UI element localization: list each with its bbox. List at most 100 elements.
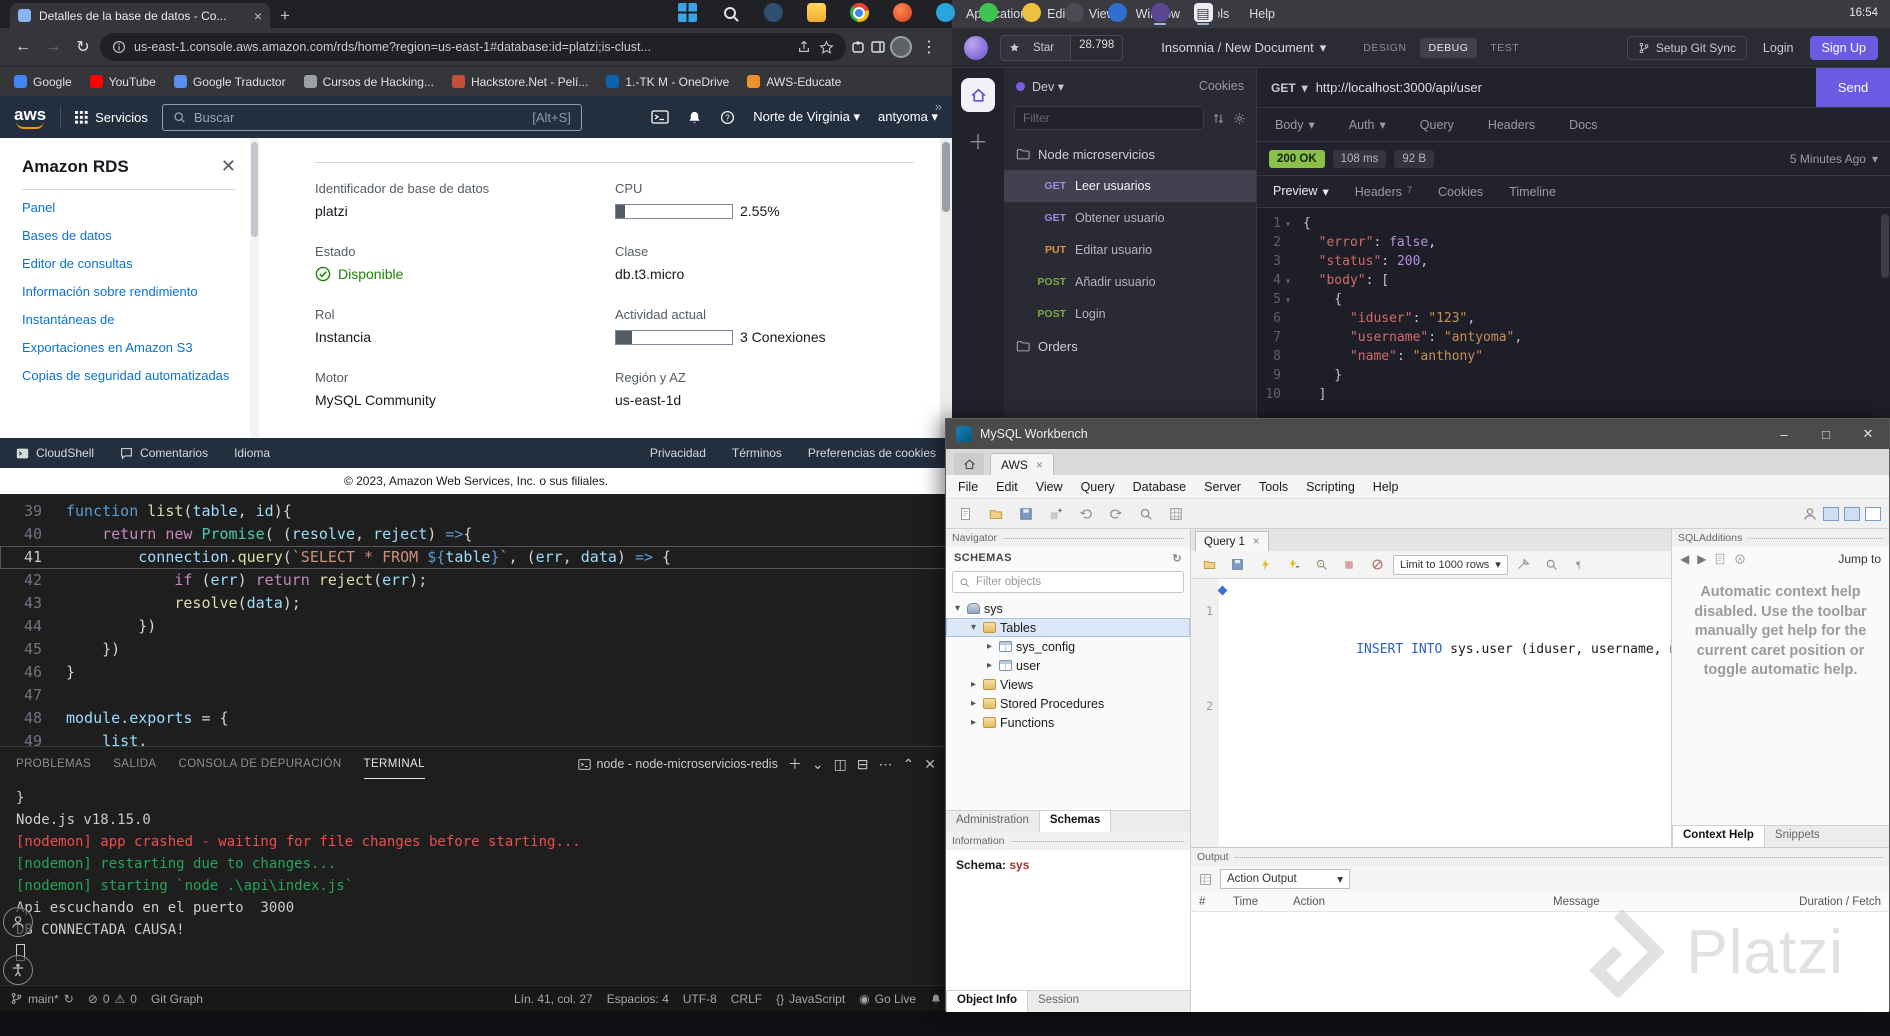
- rds-sidebar-item[interactable]: Exportaciones en Amazon S3: [22, 340, 250, 355]
- profile-avatar[interactable]: [890, 36, 912, 58]
- request-item[interactable]: POST Login: [1004, 298, 1256, 330]
- menu-item[interactable]: Tools: [1259, 480, 1288, 494]
- terminal-selector[interactable]: node - node-microservicios-redis: [577, 757, 778, 771]
- taskbar-opera-button[interactable]: [887, 1, 917, 25]
- toggle-right-panel-icon[interactable]: [1865, 506, 1881, 521]
- encoding-setting[interactable]: UTF-8: [683, 992, 717, 1006]
- aws-logo[interactable]: aws: [14, 105, 46, 129]
- taskbar-mysql-button[interactable]: ▤: [1188, 0, 1218, 25]
- explain-icon[interactable]: [1309, 554, 1333, 576]
- browser-menu-icon[interactable]: ⋮: [916, 37, 942, 57]
- panel-tab[interactable]: TERMINAL: [363, 750, 425, 779]
- mode-tab[interactable]: DEBUG: [1419, 37, 1478, 58]
- forward-icon[interactable]: ▶: [1697, 552, 1706, 566]
- panel-tab[interactable]: PROBLEMAS: [16, 750, 91, 779]
- footer-terms-link[interactable]: Términos: [732, 446, 782, 460]
- bookmark-item[interactable]: AWS-Educate: [747, 75, 841, 89]
- tree-item[interactable]: ▸ sys_config: [946, 637, 1190, 656]
- cursor-position[interactable]: Lín. 41, col. 27: [514, 992, 593, 1006]
- problems-indicator[interactable]: ⊘ 0 ⚠ 0: [88, 992, 137, 1006]
- folder-orders[interactable]: Orders: [1004, 330, 1256, 362]
- mode-tab[interactable]: DESIGN: [1354, 38, 1415, 58]
- output-table-body[interactable]: [1191, 912, 1889, 1012]
- taskbar-insomnia-button[interactable]: [1145, 1, 1175, 25]
- method-selector[interactable]: GET ▾: [1257, 81, 1316, 95]
- taskbar-taskview-button[interactable]: [758, 1, 788, 25]
- bookmarks-overflow-icon[interactable]: »: [935, 99, 942, 114]
- account-menu[interactable]: antyoma ▾: [878, 109, 938, 125]
- menu-item[interactable]: Query: [1081, 480, 1115, 494]
- url-input[interactable]: http://localhost:3000/api/user: [1316, 80, 1816, 95]
- fold-caret-icon[interactable]: ▾: [1285, 272, 1291, 291]
- forward-icon[interactable]: →: [40, 38, 66, 56]
- navigator-tab[interactable]: Administration: [946, 811, 1039, 832]
- tree-expand-icon[interactable]: ▸: [984, 660, 995, 671]
- taskbar-whatsapp-button[interactable]: [973, 1, 1003, 25]
- account-icon[interactable]: [1802, 506, 1818, 522]
- setup-git-sync-button[interactable]: Setup Git Sync: [1626, 35, 1747, 60]
- doc-help-icon[interactable]: [1714, 553, 1726, 565]
- response-tab[interactable]: Cookies ▾: [1438, 185, 1483, 199]
- mysql-title-bar[interactable]: MySQL Workbench – □ ✕: [946, 419, 1889, 449]
- jump-to-label[interactable]: Jump to: [1838, 552, 1881, 566]
- footer-cookies-link[interactable]: Preferencias de cookies: [808, 446, 936, 460]
- new-query-tab-icon[interactable]: [954, 503, 978, 525]
- browser-tab[interactable]: Detalles de la base de datos - Co... ×: [10, 3, 270, 28]
- request-item[interactable]: POST Añadir usuario: [1004, 266, 1256, 298]
- region-selector[interactable]: Norte de Virginia ▾: [753, 109, 860, 125]
- save-icon[interactable]: [1014, 503, 1038, 525]
- taskbar-start-button[interactable]: [672, 1, 702, 25]
- go-live-button[interactable]: ◉ Go Live: [859, 992, 916, 1006]
- git-graph-button[interactable]: Git Graph: [151, 992, 203, 1006]
- tree-item[interactable]: ▸ Views: [946, 675, 1190, 694]
- response-tab[interactable]: Headers7 ▾: [1355, 185, 1412, 199]
- home-button[interactable]: [961, 78, 995, 112]
- redo-icon[interactable]: [1104, 503, 1128, 525]
- footer-feedback-link[interactable]: Comentarios: [120, 446, 208, 460]
- terminal-output[interactable]: } Node.js v18.15.0 [nodemon] app crashed…: [0, 781, 952, 963]
- gear-icon[interactable]: [1233, 112, 1246, 125]
- signup-button[interactable]: Sign Up: [1809, 35, 1878, 60]
- panel-maximize-icon[interactable]: ⌃: [903, 756, 915, 773]
- code-editor[interactable]: 39 function list(table, id){ 40 return n…: [0, 494, 952, 746]
- tree-expand-icon[interactable]: ▸: [968, 679, 979, 690]
- find-icon[interactable]: [1540, 554, 1564, 576]
- footer-privacy-link[interactable]: Privacidad: [650, 446, 706, 460]
- tree-item[interactable]: ▸ user: [946, 656, 1190, 675]
- execute-current-icon[interactable]: [1281, 554, 1305, 576]
- filter-input[interactable]: Filter: [1014, 106, 1204, 130]
- reload-icon[interactable]: ↻: [70, 37, 96, 57]
- extensions-icon[interactable]: [850, 39, 866, 55]
- new-tab-button[interactable]: +: [280, 6, 290, 28]
- request-item[interactable]: GET Obtener usuario: [1004, 202, 1256, 234]
- bookmark-item[interactable]: Hackstore.Net - Pelí...: [451, 75, 588, 89]
- bookmark-item[interactable]: YouTube: [89, 75, 156, 89]
- sidebar-close-icon[interactable]: ✕: [221, 156, 236, 177]
- notifications-bell-icon[interactable]: [687, 110, 702, 125]
- rds-sidebar-item[interactable]: Panel: [22, 200, 250, 215]
- navigator-tab[interactable]: Schemas: [1038, 811, 1112, 832]
- share-icon[interactable]: [797, 40, 811, 54]
- rds-sidebar-item[interactable]: Información sobre rendimiento: [22, 284, 250, 299]
- sidebar-scrollbar[interactable]: [250, 138, 259, 438]
- tab-close-icon[interactable]: ×: [1253, 536, 1260, 548]
- fold-caret-icon[interactable]: ▾: [1285, 215, 1291, 234]
- tree-expand-icon[interactable]: ▸: [968, 698, 979, 709]
- new-terminal-icon[interactable]: ＋: [788, 754, 802, 774]
- bookmark-item[interactable]: 1.-TK M - OneDrive: [606, 75, 729, 89]
- request-item[interactable]: PUT Editar usuario: [1004, 234, 1256, 266]
- output-mode-dropdown[interactable]: Action Output ▾: [1220, 869, 1350, 889]
- stop-icon[interactable]: [1337, 554, 1361, 576]
- taskbar-explorer-button[interactable]: [801, 1, 831, 25]
- response-body-viewer[interactable]: 1 ▾ { 2 ▾ "error": false, 3: [1257, 208, 1890, 418]
- side-panel-icon[interactable]: [870, 39, 886, 55]
- tab-close-icon[interactable]: ×: [1036, 458, 1043, 472]
- site-info-icon[interactable]: [112, 40, 126, 54]
- sql-editor[interactable]: 1 INSERT INTO sys.user (iduser, username…: [1191, 579, 1671, 847]
- tab-close-icon[interactable]: ×: [254, 8, 262, 24]
- grid-view-icon[interactable]: [1164, 503, 1188, 525]
- request-tab[interactable]: Query ▾: [1420, 118, 1454, 132]
- export-icon[interactable]: [1044, 503, 1068, 525]
- back-icon[interactable]: ←: [10, 38, 36, 56]
- terminal-dropdown-icon[interactable]: ⌄: [812, 756, 824, 773]
